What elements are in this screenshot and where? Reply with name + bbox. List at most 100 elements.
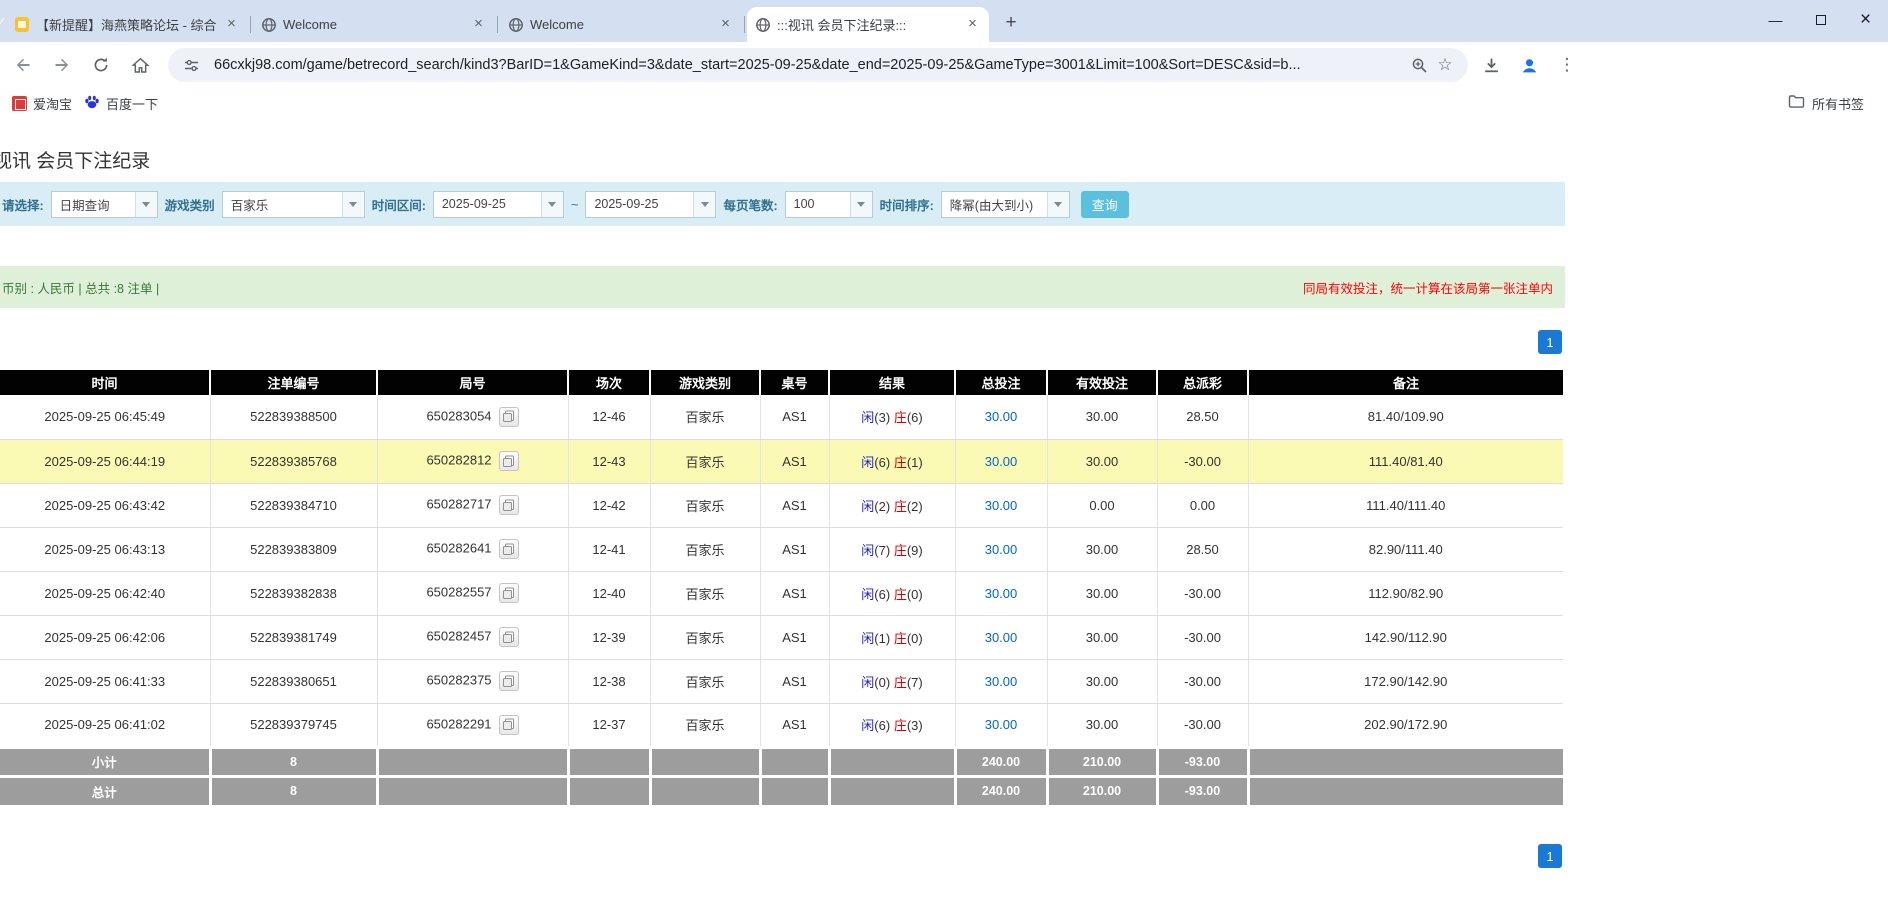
chevron-down-icon[interactable] [135, 192, 157, 217]
cell-note: 172.90/142.90 [1248, 659, 1563, 703]
tab-close-icon[interactable]: × [964, 16, 981, 33]
cell-table: AS1 [760, 703, 829, 747]
total-bet-link[interactable]: 30.00 [985, 542, 1018, 557]
info-bar: 币别 : 人民币 | 总共 :8 注单 | 同局有效投注，统一计算在该局第一张注… [0, 266, 1565, 308]
cell-valid-bet: 30.00 [1047, 439, 1157, 483]
cell-bet-id: 522839379745 [210, 703, 377, 747]
cell-session: 12-43 [568, 439, 650, 483]
round-detail-icon[interactable] [499, 495, 519, 515]
round-detail-icon[interactable] [499, 627, 519, 647]
date-start-select[interactable]: 2025-09-25 [433, 191, 564, 218]
query-type-value: 日期查询 [52, 192, 135, 217]
cell-note: 82.90/111.40 [1248, 527, 1563, 571]
cell-total-bet: 30.00 [955, 571, 1047, 615]
cell-bet-id: 522839381749 [210, 615, 377, 659]
profile-avatar-icon[interactable] [1514, 50, 1544, 80]
cell-result: 闲(3) 庄(6) [829, 395, 955, 439]
chevron-down-icon[interactable] [541, 192, 563, 217]
back-button[interactable] [7, 49, 39, 81]
pagination-bottom[interactable]: 1 [1538, 844, 1562, 868]
search-button[interactable]: 查询 [1081, 191, 1129, 218]
date-end-select[interactable]: 2025-09-25 [585, 191, 716, 218]
column-header: 场次 [568, 370, 650, 395]
column-header: 总投注 [955, 370, 1047, 395]
all-bookmarks-button[interactable]: 所有书签 [1788, 94, 1864, 113]
window-minimize-button[interactable]: — [1753, 0, 1798, 40]
cell-payout: -30.00 [1157, 615, 1248, 659]
tab-bet-record-active[interactable]: :::视讯 会员下注纪录::: × [747, 7, 989, 42]
round-detail-icon[interactable] [499, 407, 519, 427]
per-page-select[interactable]: 100 [785, 191, 873, 218]
window-close-button[interactable]: × [1843, 0, 1888, 40]
tab-close-icon[interactable]: × [223, 16, 240, 33]
round-detail-icon[interactable] [499, 671, 519, 691]
round-detail-icon[interactable] [499, 539, 519, 559]
bookmark-star-icon[interactable]: ☆ [1432, 52, 1458, 78]
bet-table: 时间注单编号局号场次游戏类别桌号结果总投注有效投注总派彩备注2025-09-25… [0, 370, 1563, 805]
tab-forum[interactable]: 【新提醒】海燕策略论坛 - 综合 × [6, 7, 248, 42]
footer-count: 8 [210, 776, 377, 805]
bookmark-item-taobao[interactable]: 爱淘宝 [12, 94, 72, 113]
menu-kebab-icon[interactable]: ⋮ [1552, 50, 1582, 80]
result-banker: 庄 [894, 587, 907, 602]
cell-table: AS1 [760, 439, 829, 483]
footer-count: 8 [210, 747, 377, 776]
reload-button[interactable] [85, 49, 117, 81]
tab-title: Welcome [283, 17, 464, 32]
round-id: 650282375 [426, 672, 491, 687]
pagination-top[interactable]: 1 [1538, 330, 1562, 354]
time-sort-select[interactable]: 降幂(由大到小) [941, 191, 1070, 218]
chevron-down-icon[interactable] [342, 192, 364, 217]
bookmark-item-baidu[interactable]: 百度一下 [84, 94, 158, 113]
game-type-select[interactable]: 百家乐 [222, 191, 365, 218]
total-bet-link[interactable]: 30.00 [985, 717, 1018, 732]
total-bet-link[interactable]: 30.00 [985, 454, 1018, 469]
per-page-value: 100 [786, 192, 850, 217]
cell-result: 闲(0) 庄(7) [829, 659, 955, 703]
chevron-down-icon[interactable] [1047, 192, 1069, 217]
zoom-icon[interactable] [1406, 52, 1432, 78]
tab-close-icon[interactable]: × [470, 16, 487, 33]
total-bet-link[interactable]: 30.00 [985, 498, 1018, 513]
column-header: 时间 [0, 370, 210, 395]
round-detail-icon[interactable] [499, 715, 519, 735]
url-bar[interactable]: 66cxkj98.com/game/betrecord_search/kind3… [168, 48, 1468, 82]
cell-time: 2025-09-25 06:41:33 [0, 659, 210, 703]
cell-total-bet: 30.00 [955, 439, 1047, 483]
total-bet-link[interactable]: 30.00 [985, 630, 1018, 645]
query-type-select[interactable]: 日期查询 [51, 191, 158, 218]
tab-welcome-2[interactable]: Welcome × [500, 7, 742, 42]
cell-table: AS1 [760, 483, 829, 527]
round-detail-icon[interactable] [499, 583, 519, 603]
total-bet-link[interactable]: 30.00 [985, 674, 1018, 689]
total-bet-link[interactable]: 30.00 [985, 409, 1018, 424]
cell-note: 202.90/172.90 [1248, 703, 1563, 747]
tab-close-icon[interactable]: × [717, 16, 734, 33]
tab-welcome-1[interactable]: Welcome × [253, 7, 495, 42]
cell-game: 百家乐 [650, 527, 760, 571]
total-bet-link[interactable]: 30.00 [985, 586, 1018, 601]
cell-note: 111.40/81.40 [1248, 439, 1563, 483]
chevron-down-icon[interactable] [850, 192, 872, 217]
result-player: 闲 [861, 587, 874, 602]
cell-round: 650282457 [377, 615, 568, 659]
column-header: 结果 [829, 370, 955, 395]
cell-game: 百家乐 [650, 703, 760, 747]
chevron-down-icon[interactable] [693, 192, 715, 217]
cell-game: 百家乐 [650, 395, 760, 439]
downloads-icon[interactable] [1476, 50, 1506, 80]
cell-total-bet: 30.00 [955, 395, 1047, 439]
site-info-icon[interactable] [178, 52, 204, 78]
column-header: 桌号 [760, 370, 829, 395]
table-row: 2025-09-25 06:41:33522839380651650282375… [0, 659, 1563, 703]
table-row: 2025-09-25 06:43:42522839384710650282717… [0, 483, 1563, 527]
round-detail-icon[interactable] [499, 451, 519, 471]
url-text[interactable]: 66cxkj98.com/game/betrecord_search/kind3… [214, 57, 1406, 73]
home-button[interactable] [124, 49, 156, 81]
forward-button[interactable] [46, 49, 78, 81]
window-maximize-button[interactable] [1798, 0, 1843, 40]
currency-summary: 币别 : 人民币 | 总共 :8 注单 | [2, 278, 159, 297]
footer-total-bet: 240.00 [955, 776, 1047, 805]
new-tab-button[interactable]: + [997, 9, 1025, 37]
cell-time: 2025-09-25 06:42:40 [0, 571, 210, 615]
